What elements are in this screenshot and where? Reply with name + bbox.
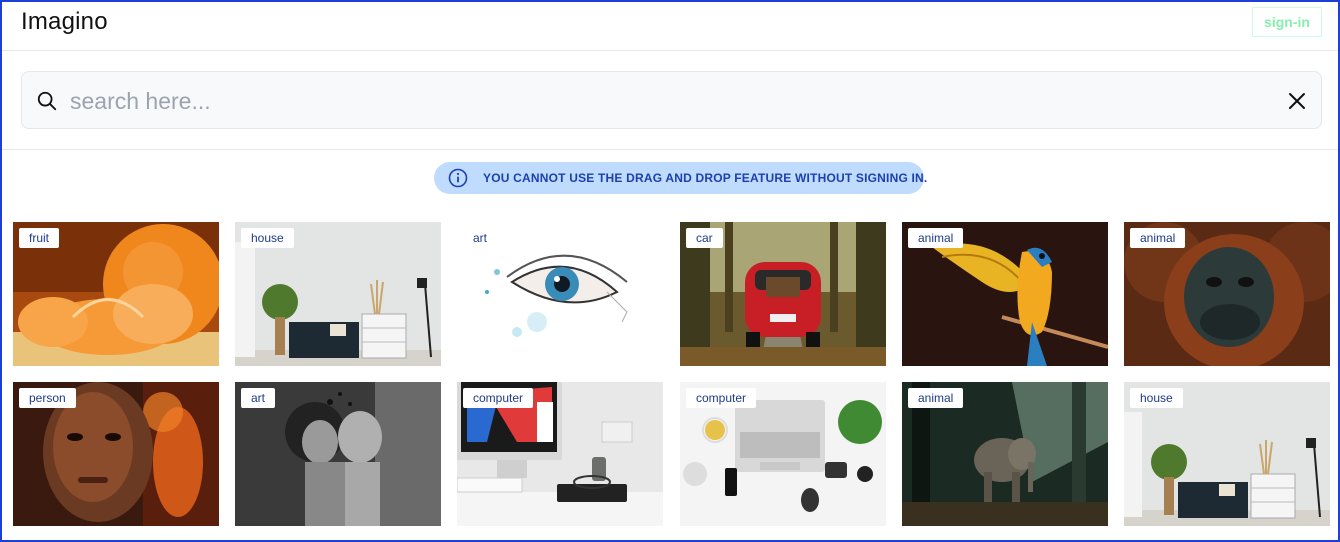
gallery-tile[interactable]: art [235,382,441,526]
image-tag: house [1130,388,1183,408]
gallery-tile[interactable]: animal [902,222,1108,366]
image-tag: fruit [19,228,60,248]
gallery-tile[interactable]: house [235,222,441,366]
search-input[interactable] [70,82,1270,120]
image-tag: person [19,388,76,408]
image-tag: animal [908,388,964,408]
signin-notice: YOU CANNOT USE THE DRAG AND DROP FEATURE… [434,162,928,194]
search-icon [37,91,57,111]
gallery-tile[interactable]: house [1124,382,1330,526]
image-tag: art [241,388,276,408]
app-logo[interactable]: Imagino [21,8,108,36]
image-tag: house [241,228,294,248]
image-tag: animal [908,228,964,248]
gallery-tile[interactable]: computer [457,382,663,526]
clear-search-icon[interactable] [1287,91,1307,111]
image-tag: art [463,228,498,248]
gallery-tile[interactable]: car [680,222,886,366]
app-header: Imagino sign-in [0,0,1340,51]
search-section [0,51,1340,150]
image-tag: car [686,228,723,248]
info-icon [448,168,468,188]
gallery-tile[interactable]: animal [902,382,1108,526]
gallery-tile[interactable]: computer [680,382,886,526]
gallery-tile[interactable]: art [457,222,663,366]
image-tag: computer [686,388,757,408]
search-bar [21,71,1322,129]
gallery-tile[interactable]: person [13,382,219,526]
gallery-tile[interactable]: fruit [13,222,219,366]
image-tag: animal [1130,228,1186,248]
image-tag: computer [463,388,534,408]
notice-text: YOU CANNOT USE THE DRAG AND DROP FEATURE… [483,171,928,185]
sign-in-button[interactable]: sign-in [1252,7,1322,37]
gallery-tile[interactable]: animal [1124,222,1330,366]
